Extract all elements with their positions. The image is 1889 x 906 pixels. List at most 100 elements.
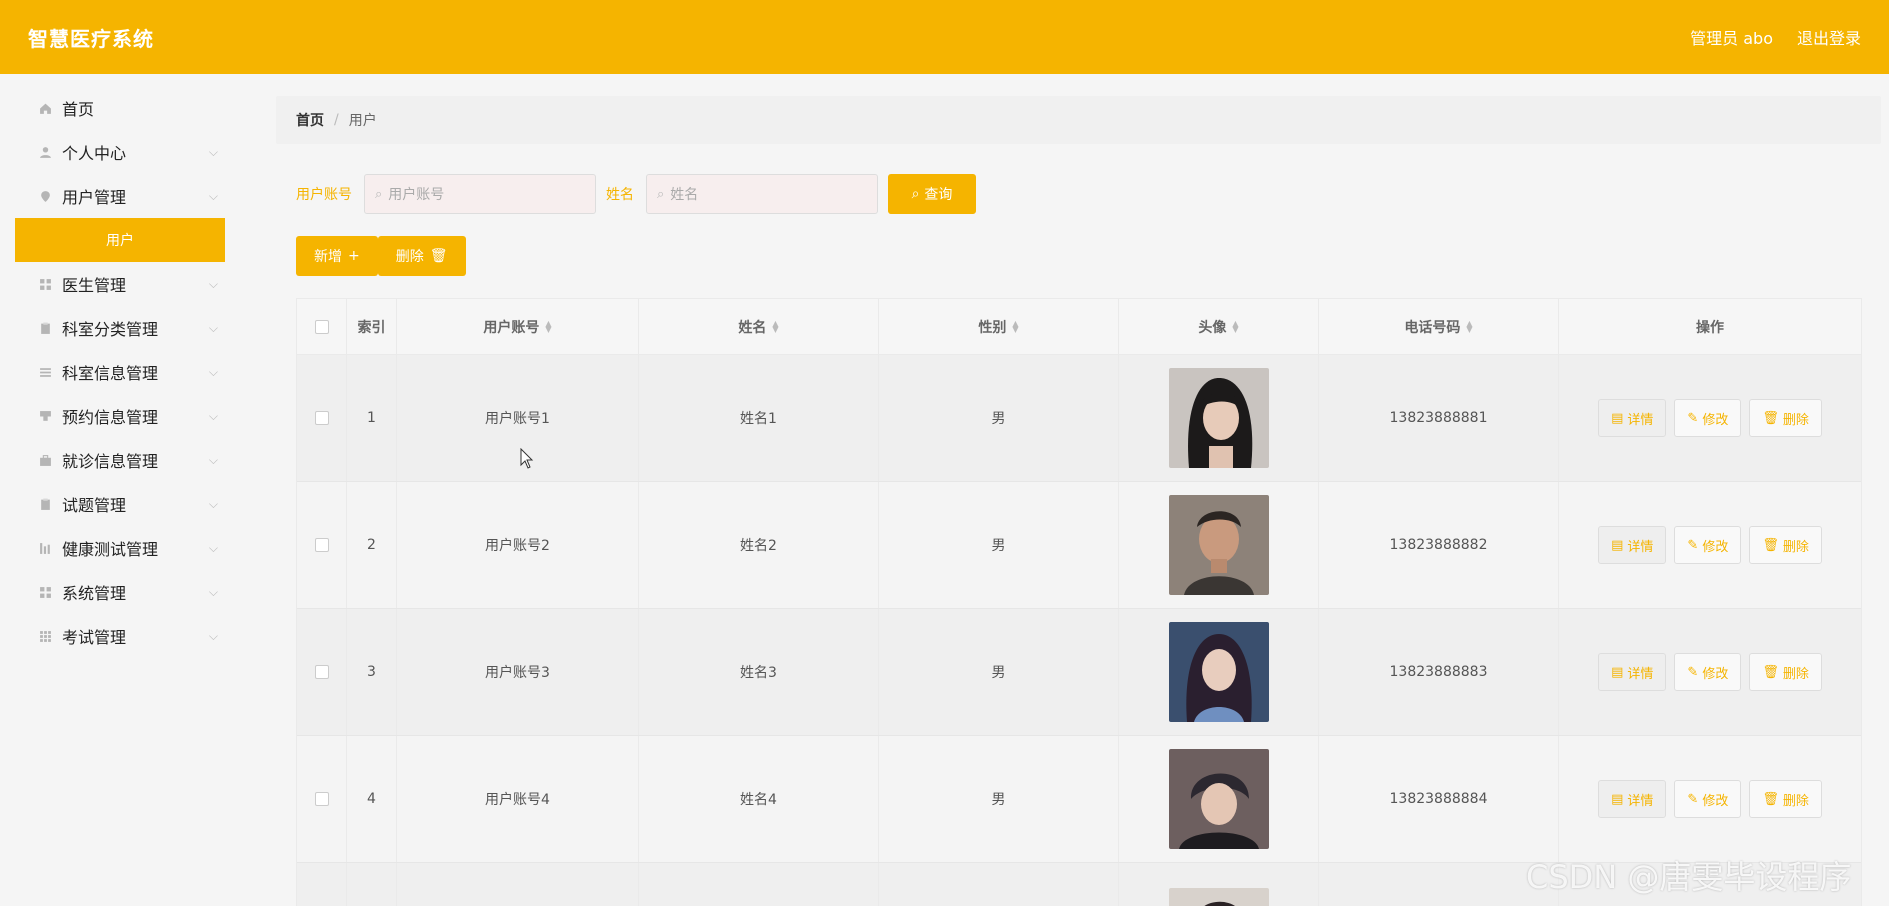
row-checkbox[interactable] — [314, 665, 329, 679]
chevron-down-icon: ⌵ — [208, 320, 218, 335]
header-name-label: 姓名 — [738, 319, 767, 336]
sort-icon[interactable]: ▲ ▼ — [1012, 319, 1018, 333]
header-phone[interactable]: 电话号码 ▲ ▼ — [1319, 299, 1559, 354]
delete-button[interactable]: 🗑 删除 — [1749, 653, 1822, 691]
admin-user-label[interactable]: 管理员 abo — [1690, 25, 1773, 49]
user-icon — [38, 145, 52, 159]
account-search-input[interactable]: ⌕ 用户账号 — [364, 174, 596, 214]
document-icon: ▤ — [1611, 664, 1624, 680]
document-icon: ▤ — [1611, 537, 1624, 553]
row-phone: 13823888881 — [1319, 355, 1559, 481]
detail-button[interactable]: ▤ 详情 — [1598, 526, 1667, 564]
header-account-label: 用户账号 — [483, 319, 540, 336]
breadcrumb-home[interactable]: 首页 — [296, 110, 324, 130]
edit-button-label: 修改 — [1702, 793, 1729, 809]
name-search-input[interactable]: ⌕ 姓名 — [646, 174, 878, 214]
sidebar-item-user-management[interactable]: 用户管理 ⌵ — [0, 174, 240, 218]
breadcrumb-separator: / — [334, 112, 339, 128]
row-gender: 男 — [879, 736, 1119, 862]
row-avatar-cell — [1119, 355, 1319, 481]
edit-button[interactable]: ✎ 修改 — [1674, 399, 1742, 437]
logout-link[interactable]: 退出登录 — [1797, 25, 1861, 49]
detail-button-label: 详情 — [1627, 412, 1654, 428]
row-index — [347, 863, 397, 906]
avatar[interactable] — [1168, 495, 1269, 595]
avatar[interactable] — [1168, 888, 1269, 906]
user-table: 索引 用户账号 ▲ ▼ 姓名 ▲ ▼ 性别 ▲ ▼ 头像 ▲ ▼ 电话号码 ▲ ▼ 操作 1 用户账… — [296, 298, 1862, 906]
detail-button[interactable]: ▤ 详情 — [1598, 780, 1667, 818]
sidebar-item-appointment[interactable]: 预约信息管理 ⌵ — [0, 394, 240, 438]
table-header-row: 索引 用户账号 ▲ ▼ 姓名 ▲ ▼ 性别 ▲ ▼ 头像 ▲ ▼ 电话号码 ▲ ▼ 操作 — [297, 299, 1861, 355]
sidebar-item-label: 系统管理 — [62, 584, 127, 603]
plus-icon: + — [348, 248, 360, 264]
edit-button[interactable]: ✎ 修改 — [1674, 526, 1742, 564]
row-avatar-cell — [1119, 609, 1319, 735]
query-button[interactable]: ⌕ 查询 — [888, 174, 976, 214]
stamp-icon — [38, 409, 52, 423]
delete-button[interactable]: 🗑 删除 — [1749, 399, 1822, 437]
header-gender[interactable]: 性别 ▲ ▼ — [879, 299, 1119, 354]
table-row: 4 用户账号4 姓名4 男 13823888884 ▤ 详情 ✎ 修改 🗑 删除 — [297, 736, 1861, 863]
breadcrumb-current: 用户 — [348, 113, 377, 129]
select-all-cell — [297, 299, 347, 354]
sidebar-item-label: 就诊信息管理 — [62, 452, 159, 471]
account-search-placeholder: 用户账号 — [388, 187, 445, 203]
sidebar-item-system[interactable]: 系统管理 ⌵ — [0, 570, 240, 614]
row-index: 2 — [347, 482, 397, 608]
sidebar-item-label: 考试管理 — [62, 628, 127, 647]
home-icon — [38, 101, 52, 115]
sort-icon[interactable]: ▲ ▼ — [545, 319, 551, 333]
header-account[interactable]: 用户账号 ▲ ▼ — [397, 299, 639, 354]
add-button[interactable]: 新增 + — [296, 236, 378, 276]
batch-delete-button[interactable]: 删除 🗑 — [377, 236, 466, 276]
edit-button[interactable]: ✎ 修改 — [1674, 653, 1742, 691]
row-account — [397, 863, 639, 906]
sort-icon[interactable]: ▲ ▼ — [1466, 319, 1472, 333]
header-name[interactable]: 姓名 ▲ ▼ — [639, 299, 879, 354]
sidebar-subitem-user[interactable]: 用户 — [15, 218, 225, 262]
briefcase-icon — [38, 453, 52, 467]
header-phone-label: 电话号码 — [1404, 319, 1461, 336]
avatar[interactable] — [1168, 749, 1269, 849]
select-all-checkbox[interactable] — [314, 319, 329, 334]
clipboard-icon — [38, 321, 52, 335]
sidebar-item-personal-center[interactable]: 个人中心 ⌵ — [0, 130, 240, 174]
row-account: 用户账号2 — [397, 482, 639, 608]
sidebar-item-visit[interactable]: 就诊信息管理 ⌵ — [0, 438, 240, 482]
list-icon — [38, 365, 52, 379]
document-icon: ▤ — [1611, 410, 1624, 426]
detail-button[interactable]: ▤ 详情 — [1598, 653, 1667, 691]
delete-button[interactable]: 🗑 删除 — [1749, 526, 1822, 564]
sidebar-item-exam[interactable]: 考试管理 ⌵ — [0, 614, 240, 658]
row-avatar-cell — [1119, 736, 1319, 862]
sidebar-item-home[interactable]: 首页 — [0, 86, 240, 130]
header-avatar[interactable]: 头像 ▲ ▼ — [1119, 299, 1319, 354]
sort-icon[interactable]: ▲ ▼ — [1232, 319, 1238, 333]
sidebar-item-doctor-management[interactable]: 医生管理 ⌵ — [0, 262, 240, 306]
edit-button-label: 修改 — [1702, 666, 1729, 682]
detail-button[interactable]: ▤ 详情 — [1598, 399, 1667, 437]
row-gender: 男 — [879, 482, 1119, 608]
detail-button-label: 详情 — [1627, 539, 1654, 555]
edit-button[interactable]: ✎ 修改 — [1674, 780, 1742, 818]
sidebar-item-label: 个人中心 — [62, 144, 127, 163]
sidebar-item-health-test[interactable]: 健康测试管理 ⌵ — [0, 526, 240, 570]
row-checkbox-cell — [297, 355, 347, 481]
chevron-down-icon: ⌵ — [208, 628, 218, 643]
avatar[interactable] — [1168, 368, 1269, 468]
avatar[interactable] — [1168, 622, 1269, 722]
pin-icon — [38, 189, 52, 203]
sidebar-item-questions[interactable]: 试题管理 ⌵ — [0, 482, 240, 526]
trash-icon: 🗑 — [429, 248, 448, 264]
row-name: 姓名1 — [639, 355, 879, 481]
sidebar-item-dept-info[interactable]: 科室信息管理 ⌵ — [0, 350, 240, 394]
delete-button[interactable]: 🗑 删除 — [1749, 780, 1822, 818]
add-button-label: 新增 — [314, 249, 342, 265]
edit-icon: ✎ — [1687, 410, 1699, 426]
row-checkbox[interactable] — [314, 538, 329, 552]
row-checkbox[interactable] — [314, 792, 329, 806]
sidebar-item-dept-category[interactable]: 科室分类管理 ⌵ — [0, 306, 240, 350]
sort-icon[interactable]: ▲ ▼ — [772, 319, 778, 333]
row-name: 姓名4 — [639, 736, 879, 862]
row-checkbox[interactable] — [314, 411, 329, 425]
